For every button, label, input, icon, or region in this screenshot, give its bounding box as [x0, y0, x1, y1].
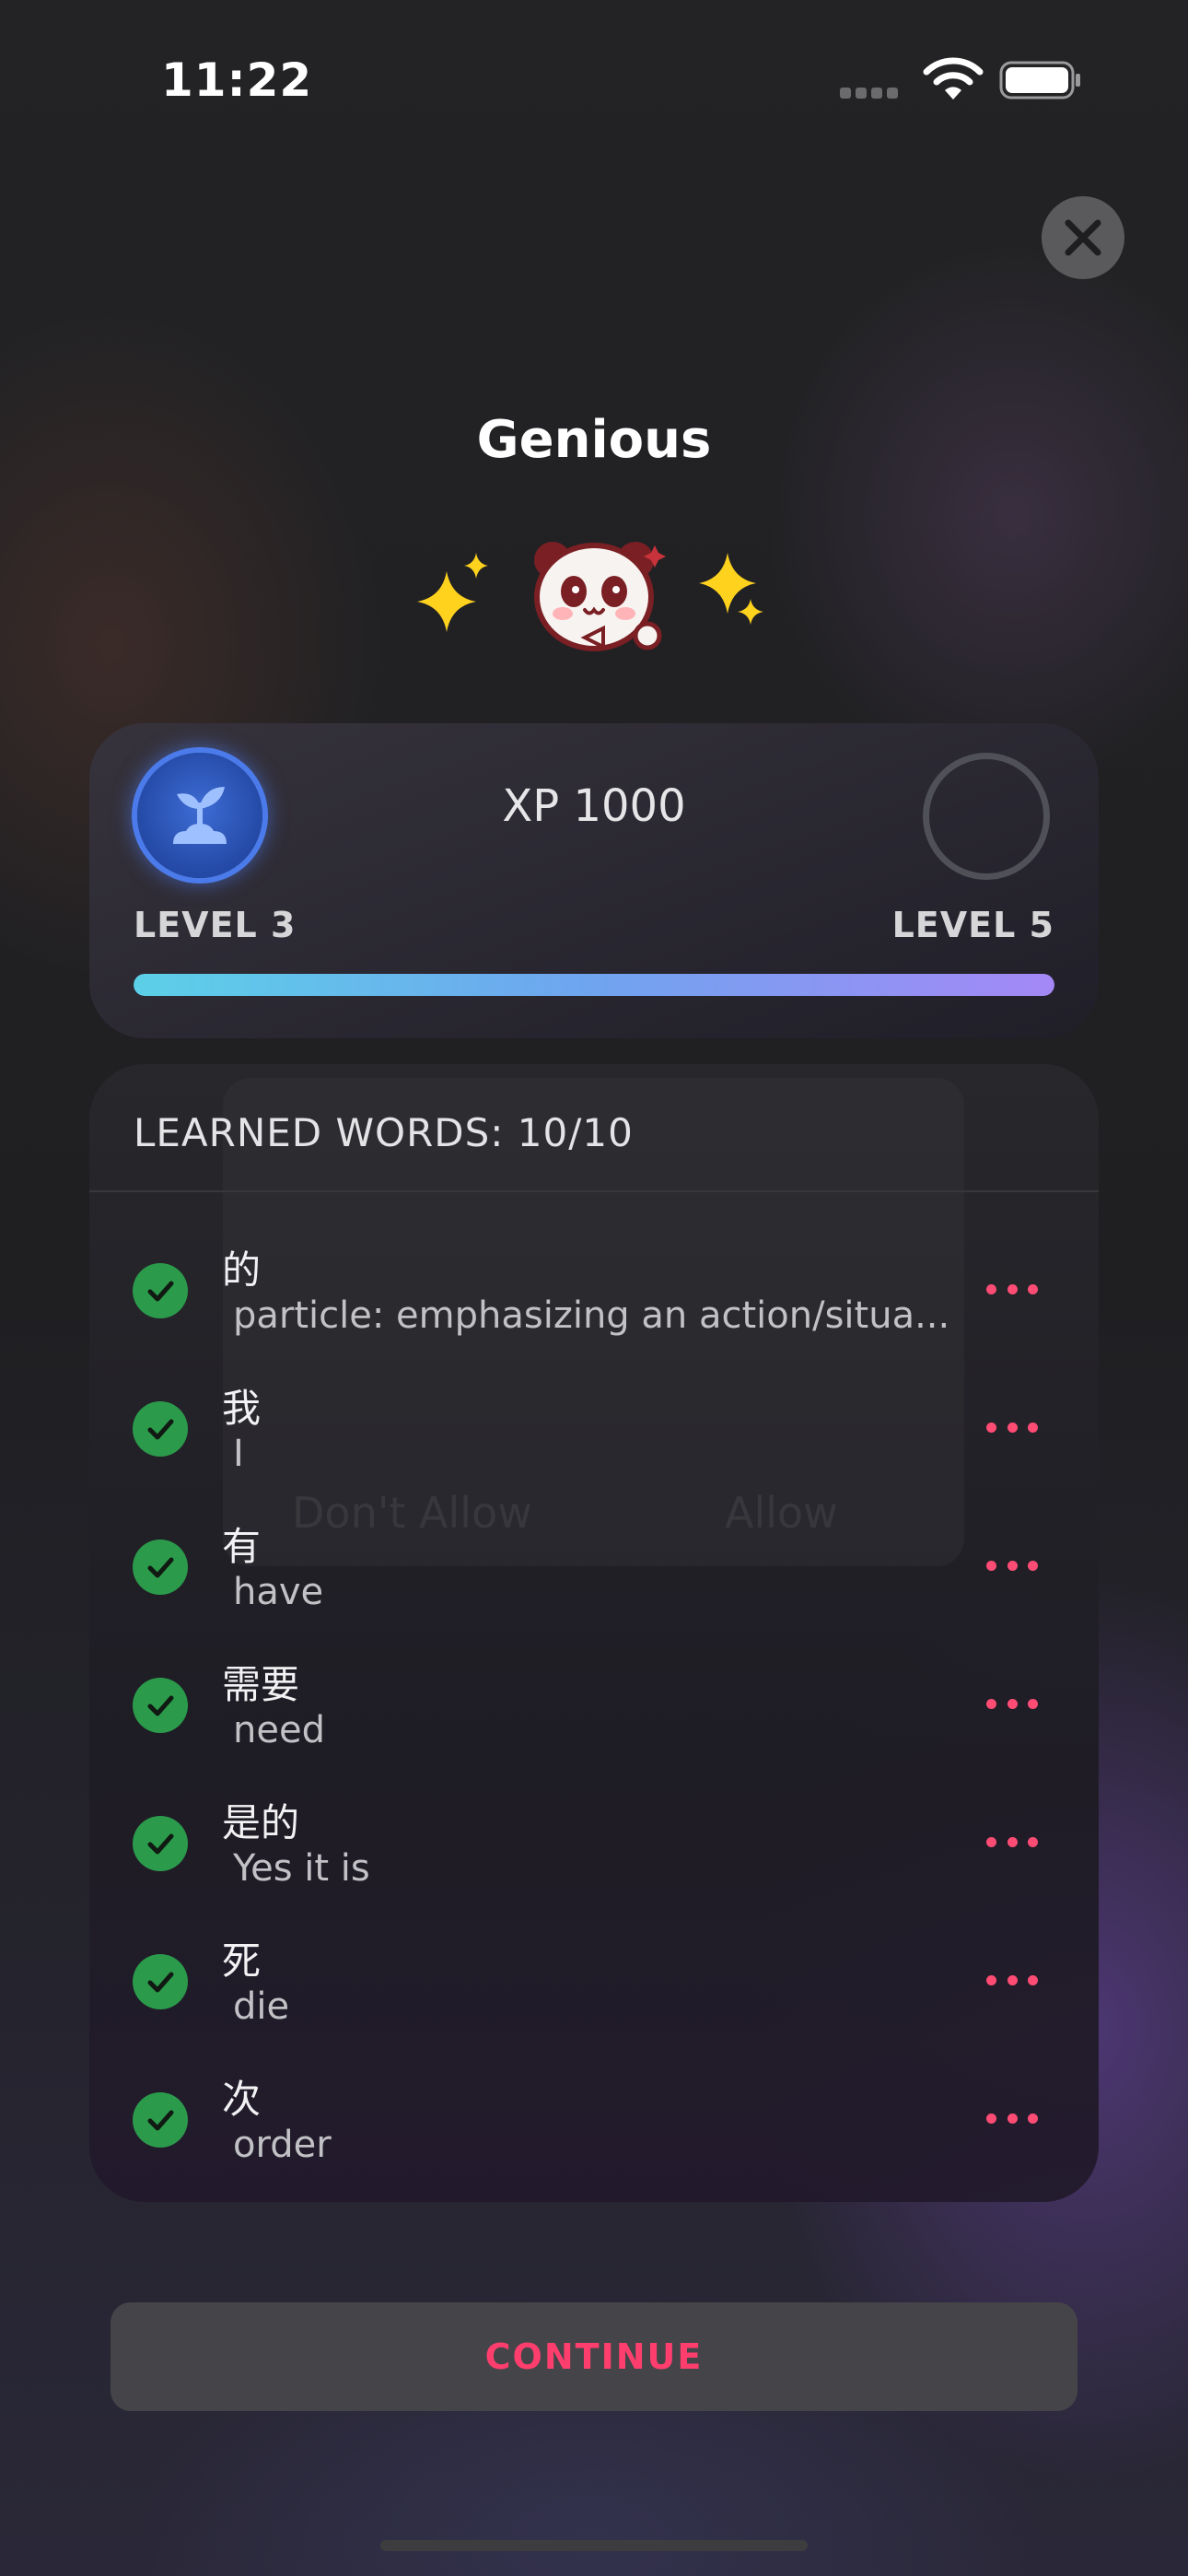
more-options-icon[interactable]: [986, 1418, 1038, 1436]
home-indicator: [380, 2540, 808, 2551]
word-hanzi: 是的: [222, 1800, 300, 1845]
word-meaning: die: [233, 1985, 290, 2028]
battery-icon: [999, 61, 1082, 100]
checkmark-icon: [133, 1678, 188, 1733]
close-button[interactable]: [1042, 196, 1124, 279]
close-icon: [1065, 219, 1101, 256]
more-options-icon[interactable]: [986, 1694, 1038, 1713]
more-options-icon[interactable]: [986, 1556, 1038, 1575]
word-row: 我I: [89, 1359, 1099, 1497]
cellular-signal-icon: [840, 85, 904, 99]
divider: [89, 1190, 1099, 1192]
word-hanzi: 的: [222, 1247, 262, 1293]
page-title: Genious: [476, 410, 712, 470]
word-meaning: particle: emphasizing an action/situa...: [233, 1294, 950, 1337]
xp-progress-fill: [134, 974, 1054, 996]
word-row: 的 particle: emphasizing an action/situa..…: [89, 1221, 1099, 1359]
xp-progress-bar: [134, 974, 1054, 996]
checkmark-icon: [133, 2092, 188, 2148]
word-hanzi: 次: [222, 2077, 262, 2122]
checkmark-icon: [133, 1263, 188, 1318]
more-options-icon[interactable]: [986, 1280, 1038, 1298]
word-hanzi: 我: [222, 1386, 262, 1431]
word-meaning: Yes it is: [233, 1847, 370, 1890]
panda-mascot-icon: [534, 542, 666, 651]
level-card: XP 1000 LEVEL 3 LEVEL 5: [89, 723, 1099, 1038]
word-row: 死 die: [89, 1912, 1099, 2050]
word-hanzi: 有: [222, 1524, 262, 1569]
learned-words-card: Don't Allow Allow LEARNED WORDS: 10/10 的…: [89, 1064, 1099, 2202]
more-options-icon[interactable]: [986, 2109, 1038, 2127]
word-row: 有 have: [89, 1497, 1099, 1635]
more-options-icon[interactable]: [986, 1971, 1038, 1989]
status-time: 11:22: [161, 53, 313, 107]
learned-words-header: LEARNED WORDS: 10/10: [134, 1110, 634, 1155]
more-options-icon[interactable]: [986, 1832, 1038, 1851]
next-level-badge: [923, 753, 1050, 880]
word-meaning: need: [233, 1709, 325, 1751]
continue-button[interactable]: CONTINUE: [111, 2302, 1077, 2411]
word-meaning: order: [233, 2124, 332, 2166]
sparkles-icon: [417, 553, 488, 632]
word-meaning: I: [233, 1433, 244, 1475]
current-level-label: LEVEL 3: [134, 905, 297, 945]
word-hanzi: 死: [222, 1938, 262, 1984]
checkmark-icon: [133, 1540, 188, 1595]
wifi-icon: [921, 57, 985, 103]
checkmark-icon: [133, 1816, 188, 1871]
next-level-label: LEVEL 5: [891, 905, 1054, 945]
word-row: 需要 need: [89, 1635, 1099, 1774]
checkmark-icon: [133, 1401, 188, 1457]
word-hanzi: 需要: [222, 1662, 300, 1707]
word-row: 是的 Yes it is: [89, 1774, 1099, 1912]
sparkles-icon: [699, 553, 763, 625]
checkmark-icon: [133, 1954, 188, 2009]
word-row: 次 order: [89, 2050, 1099, 2188]
mascot-row: [401, 525, 787, 659]
word-meaning: have: [233, 1571, 324, 1613]
